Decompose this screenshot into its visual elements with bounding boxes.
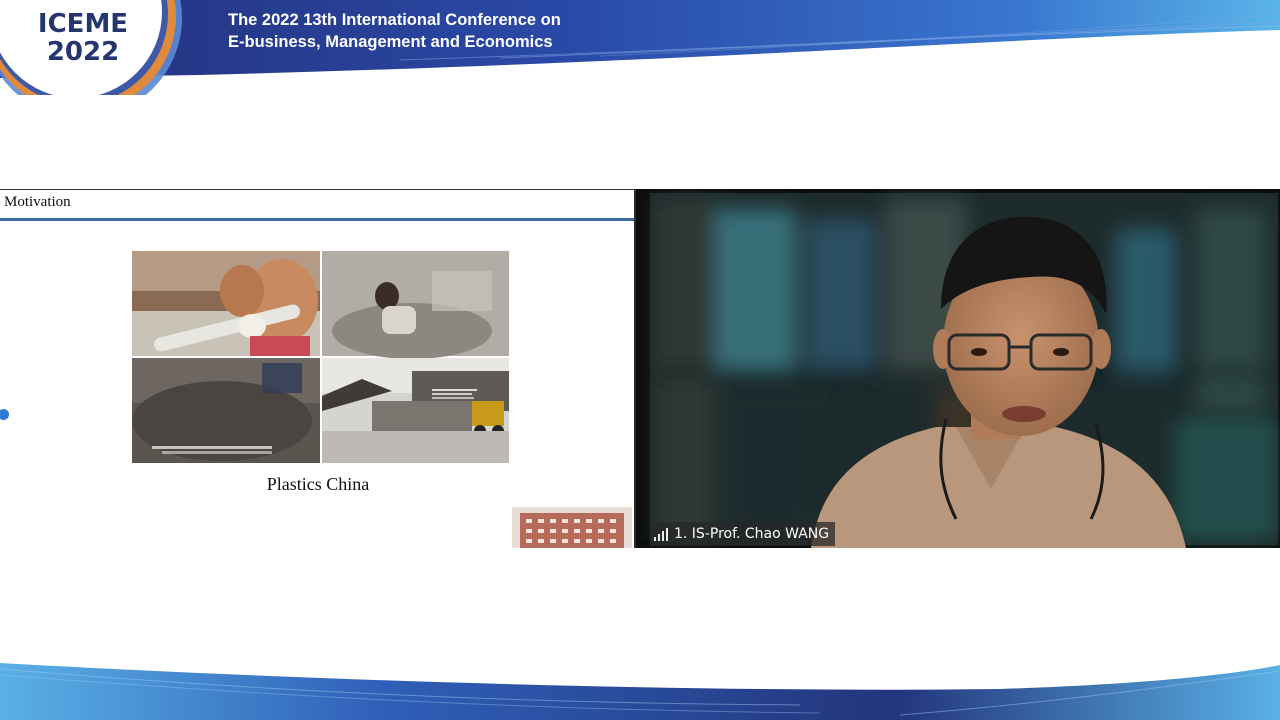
- speaker-video-panel[interactable]: 1. IS-Prof. Chao WANG: [636, 189, 1280, 548]
- slide-photo-caption: Plastics China: [266, 474, 370, 494]
- shared-slide-panel[interactable]: Motivation Plastics China: [0, 189, 636, 548]
- share-marker-icon[interactable]: [0, 409, 9, 420]
- plastics-photo-collage: [132, 251, 509, 463]
- slide-title: Motivation: [4, 194, 71, 210]
- header-banner-graphic: [0, 0, 1280, 95]
- conference-title-line1: The 2022 13th International Conference o…: [228, 11, 561, 29]
- conference-footer-banner: [0, 663, 1280, 720]
- speaker-video-feed: [636, 189, 1280, 548]
- logo-year-text: 2022: [46, 37, 120, 67]
- signal-strength-icon: [654, 527, 668, 541]
- participant-name-tag: 1. IS-Prof. Chao WANG: [650, 522, 836, 546]
- participant-name-label: 1. IS-Prof. Chao WANG: [674, 526, 830, 542]
- slide-title-divider: [0, 218, 634, 221]
- university-building-thumbnail: [512, 507, 632, 548]
- logo-iceme-text: ICEME: [37, 9, 129, 39]
- conference-header-banner: ICEME 2022 The 2022 13th International C…: [0, 0, 1280, 95]
- conference-title-line2: E-business, Management and Economics: [228, 33, 553, 51]
